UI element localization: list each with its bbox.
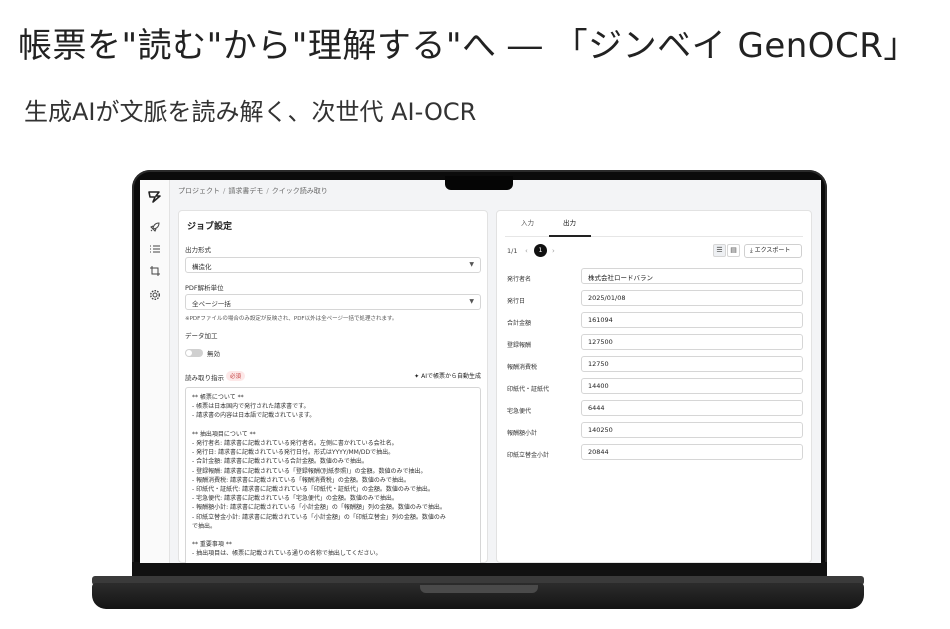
prev-page-icon[interactable]: ‹ <box>525 247 528 255</box>
field-label: 発行日 <box>507 298 526 305</box>
instruction-line: ** 帳票について ** <box>192 394 244 401</box>
instructions-textarea[interactable]: ** 帳票について ** - 帳票は日本国内で発行された請求書です。 - 請求書… <box>185 387 481 563</box>
instruction-line <box>192 531 474 540</box>
output-format-select[interactable]: 構造化 ▼ <box>185 257 481 273</box>
camera-notch <box>445 176 513 190</box>
laptop-hinge-notch <box>420 585 538 593</box>
field-label: 印紙代・証紙代 <box>507 386 550 393</box>
instruction-line: - 報酬額小計: 請求書に記載されている「小計金額」の「報酬額」列の金額。数値の… <box>192 504 446 512</box>
field-label: 登録報酬 <box>507 342 532 349</box>
pdf-unit-label: PDF解析単位 <box>185 284 224 292</box>
instruction-line: - 発行日: 請求書に記載されている発行日付。形式はYYYY/MM/DDで抽出。 <box>192 449 395 457</box>
chevron-down-icon: ▼ <box>469 261 474 268</box>
instruction-line: - 抽出項目は、帳票に記載されている通りの名称で抽出してください。 <box>192 550 382 558</box>
export-button[interactable]: ⤓ エクスポート <box>744 244 802 258</box>
export-label: エクスポート <box>754 247 791 254</box>
list-icon[interactable] <box>148 242 162 256</box>
next-page-icon[interactable]: › <box>552 247 555 255</box>
field-label: 印紙立替金小計 <box>507 452 550 459</box>
chevron-down-icon: ▼ <box>469 298 474 305</box>
instruction-line <box>192 421 474 430</box>
instruction-line: - 請求書の内容は日本語で記載されています。 <box>192 412 316 420</box>
field-label: 宅急便代 <box>507 408 532 415</box>
active-tab-indicator <box>549 235 591 237</box>
instruction-line: - 合計金額: 請求書に記載されている合計金額。数値のみで抽出。 <box>192 458 368 466</box>
instruction-line: - 登録報酬: 請求書に記載されている「登録報酬(別紙参照)」の金額。数値のみで… <box>192 467 427 475</box>
instruction-line: - 報酬消費税: 請求書に記載されている「報酬消費税」の金額。数値のみで抽出。 <box>192 476 410 484</box>
field-input[interactable]: 14400 <box>581 378 803 394</box>
tab-output[interactable]: 出力 <box>563 217 576 227</box>
instructions-label: 読み取り指示 <box>185 374 224 382</box>
instruction-line: - 発行者名: 請求書に記載されている発行者名。左側に書かれている会社名。 <box>192 440 398 448</box>
instruction-line: - 印紙代・証紙代: 請求書に記載されている「印紙代・証紙代」の金額。数値のみで… <box>192 486 434 494</box>
toggle-state-label: 無効 <box>207 350 220 358</box>
table-view-icon[interactable]: ▤ <box>727 244 740 257</box>
rocket-icon[interactable] <box>148 220 162 234</box>
pdf-unit-select[interactable]: 全ページ一括 ▼ <box>185 294 481 310</box>
breadcrumb-item[interactable]: プロジェクト <box>178 187 220 195</box>
pdf-unit-value: 全ページ一括 <box>192 300 231 308</box>
instruction-line: - 印紙立替金小計: 請求書に記載されている「小計金額」の「印紙立替金」列の金額… <box>192 513 446 521</box>
app-sidebar <box>140 180 170 563</box>
ai-generate-label: AIで帳票から自動生成 <box>421 373 481 380</box>
tab-input[interactable]: 入力 <box>521 217 534 227</box>
job-settings-title: ジョブ設定 <box>187 222 233 232</box>
crop-icon[interactable] <box>148 264 162 278</box>
field-input[interactable]: 20844 <box>581 444 803 460</box>
gear-icon[interactable] <box>148 288 162 302</box>
pdf-note: ※PDFファイルの場合のみ設定が反映され、PDF以外は全ページ一括で処理されます… <box>185 316 398 322</box>
sparkle-icon: ✦ <box>414 373 420 380</box>
breadcrumb: プロジェクト / 請求書デモ / クイック読み取り <box>178 187 328 195</box>
breadcrumb-item[interactable]: 請求書デモ <box>228 187 263 195</box>
field-input[interactable]: 6444 <box>581 400 803 416</box>
breadcrumb-item: クイック読み取り <box>271 187 328 195</box>
required-badge: 必須 <box>226 371 246 381</box>
field-input[interactable]: 161094 <box>581 312 803 328</box>
download-icon: ⤓ <box>750 247 753 254</box>
list-view-icon[interactable]: ☰ <box>713 244 726 257</box>
result-panel: 入力 出力 1/1 ‹ 1 › ☰ ▤ ⤓ エクスポート 発行者名 株式会社ロー… <box>496 210 812 563</box>
instruction-line: ** 抽出項目について ** <box>192 430 256 438</box>
instruction-line: - 帳票は日本国内で発行された請求書です。 <box>192 403 310 411</box>
hero-headline: 帳票を"読む"から"理解する"へ ― 「ジンベイ GenOCR」 <box>18 26 918 66</box>
field-label: 合計金額 <box>507 320 532 327</box>
page-count: 1/1 <box>507 247 518 255</box>
hero-subline: 生成AIが文脈を読み解く、次世代 AI-OCR <box>24 98 477 126</box>
field-label: 発行者名 <box>507 276 532 283</box>
field-input[interactable]: 株式会社ロードバラン <box>581 268 803 284</box>
data-processing-label: データ加工 <box>185 332 218 340</box>
job-settings-panel: ジョブ設定 出力形式 構造化 ▼ PDF解析単位 全ページ一括 ▼ ※PDFファ… <box>178 210 488 563</box>
instruction-line: ** 重要事項 ** <box>192 541 232 549</box>
field-input[interactable]: 2025/01/08 <box>581 290 803 306</box>
output-format-value: 構造化 <box>192 263 212 271</box>
instruction-line: で抽出。 <box>192 522 217 530</box>
field-input[interactable]: 12750 <box>581 356 803 372</box>
field-label: 報酬消費税 <box>507 364 538 371</box>
data-processing-toggle[interactable] <box>185 349 203 357</box>
instruction-line: - 宅急便代: 請求書に記載されている「宅急便代」の金額。数値のみで抽出。 <box>192 495 398 503</box>
field-input[interactable]: 127500 <box>581 334 803 350</box>
ai-generate-button[interactable]: ✦ AIで帳票から自動生成 <box>414 371 481 380</box>
output-format-label: 出力形式 <box>185 246 211 254</box>
logo-icon[interactable] <box>146 188 164 206</box>
current-page-button[interactable]: 1 <box>534 244 547 257</box>
app-screen: プロジェクト / 請求書デモ / クイック読み取り ジョブ設定 出力形式 構造化 ▼ P… <box>140 180 821 563</box>
field-input[interactable]: 140250 <box>581 422 803 438</box>
field-label: 報酬額小計 <box>507 430 538 437</box>
